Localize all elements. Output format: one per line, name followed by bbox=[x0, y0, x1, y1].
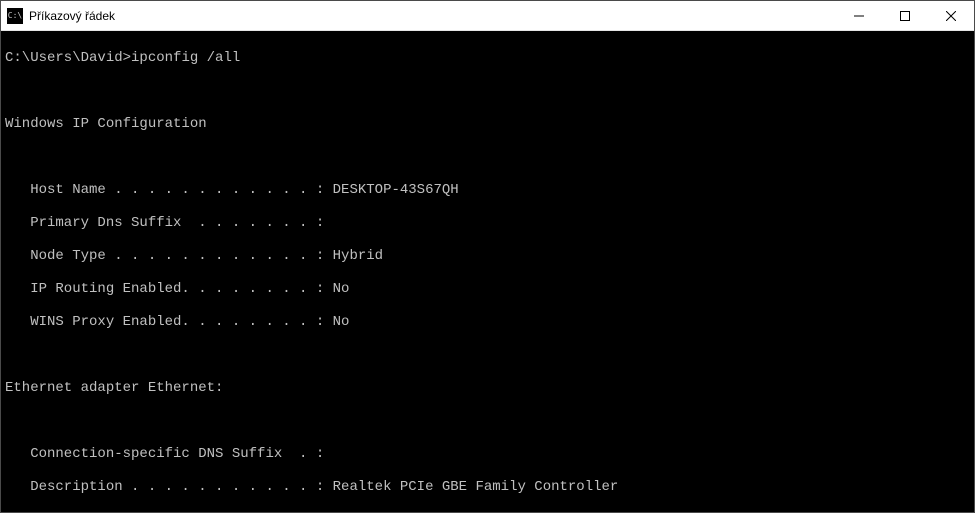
wins-proxy-value: No bbox=[333, 314, 350, 330]
adapter1-header: Ethernet adapter Ethernet: bbox=[5, 380, 970, 397]
phys-addr-row: Physical Address. . . . . . . . . : 1C-6… bbox=[5, 512, 970, 513]
primary-dns-row: Primary Dns Suffix . . . . . . . : bbox=[5, 215, 970, 232]
node-type-value: Hybrid bbox=[333, 248, 383, 264]
host-name-row: Host Name . . . . . . . . . . . . : DESK… bbox=[5, 182, 970, 199]
close-button[interactable] bbox=[928, 1, 974, 30]
ip-routing-value: No bbox=[333, 281, 350, 297]
description-row: Description . . . . . . . . . . . : Real… bbox=[5, 479, 970, 496]
blank-line bbox=[5, 413, 970, 430]
blank-line bbox=[5, 149, 970, 166]
node-type-row: Node Type . . . . . . . . . . . . : Hybr… bbox=[5, 248, 970, 265]
section-header: Windows IP Configuration bbox=[5, 116, 970, 133]
host-name-label: Host Name . . . . . . . . . . . . : bbox=[5, 182, 333, 198]
command-text: ipconfig /all bbox=[131, 50, 240, 66]
ip-routing-label: IP Routing Enabled. . . . . . . . : bbox=[5, 281, 333, 297]
blank-line bbox=[5, 347, 970, 364]
window-title: Příkazový řádek bbox=[29, 9, 836, 23]
phys-addr-value: 1C-6F-65-48-8F-B1 bbox=[333, 512, 476, 513]
conn-dns-row: Connection-specific DNS Suffix . : bbox=[5, 446, 970, 463]
close-icon bbox=[946, 11, 956, 21]
window-controls bbox=[836, 1, 974, 30]
maximize-icon bbox=[900, 11, 910, 21]
prompt: C:\Users\David> bbox=[5, 50, 131, 66]
phys-addr-label: Physical Address. . . . . . . . . : bbox=[5, 512, 333, 513]
terminal-output[interactable]: C:\Users\David>ipconfig /all Windows IP … bbox=[1, 31, 974, 512]
cmd-icon: C:\ bbox=[7, 8, 23, 24]
node-type-label: Node Type . . . . . . . . . . . . : bbox=[5, 248, 333, 264]
wins-proxy-label: WINS Proxy Enabled. . . . . . . . : bbox=[5, 314, 333, 330]
maximize-button[interactable] bbox=[882, 1, 928, 30]
wins-proxy-row: WINS Proxy Enabled. . . . . . . . : No bbox=[5, 314, 970, 331]
description-label: Description . . . . . . . . . . . : bbox=[5, 479, 333, 495]
description-value: Realtek PCIe GBE Family Controller bbox=[333, 479, 619, 495]
ip-routing-row: IP Routing Enabled. . . . . . . . : No bbox=[5, 281, 970, 298]
minimize-icon bbox=[854, 11, 864, 21]
host-name-value: DESKTOP-43S67QH bbox=[333, 182, 459, 198]
blank-line bbox=[5, 83, 970, 100]
titlebar[interactable]: C:\ Příkazový řádek bbox=[1, 1, 974, 31]
prompt-line: C:\Users\David>ipconfig /all bbox=[5, 50, 970, 67]
command-prompt-window: C:\ Příkazový řádek C:\Users\David>ipcon… bbox=[0, 0, 975, 513]
minimize-button[interactable] bbox=[836, 1, 882, 30]
